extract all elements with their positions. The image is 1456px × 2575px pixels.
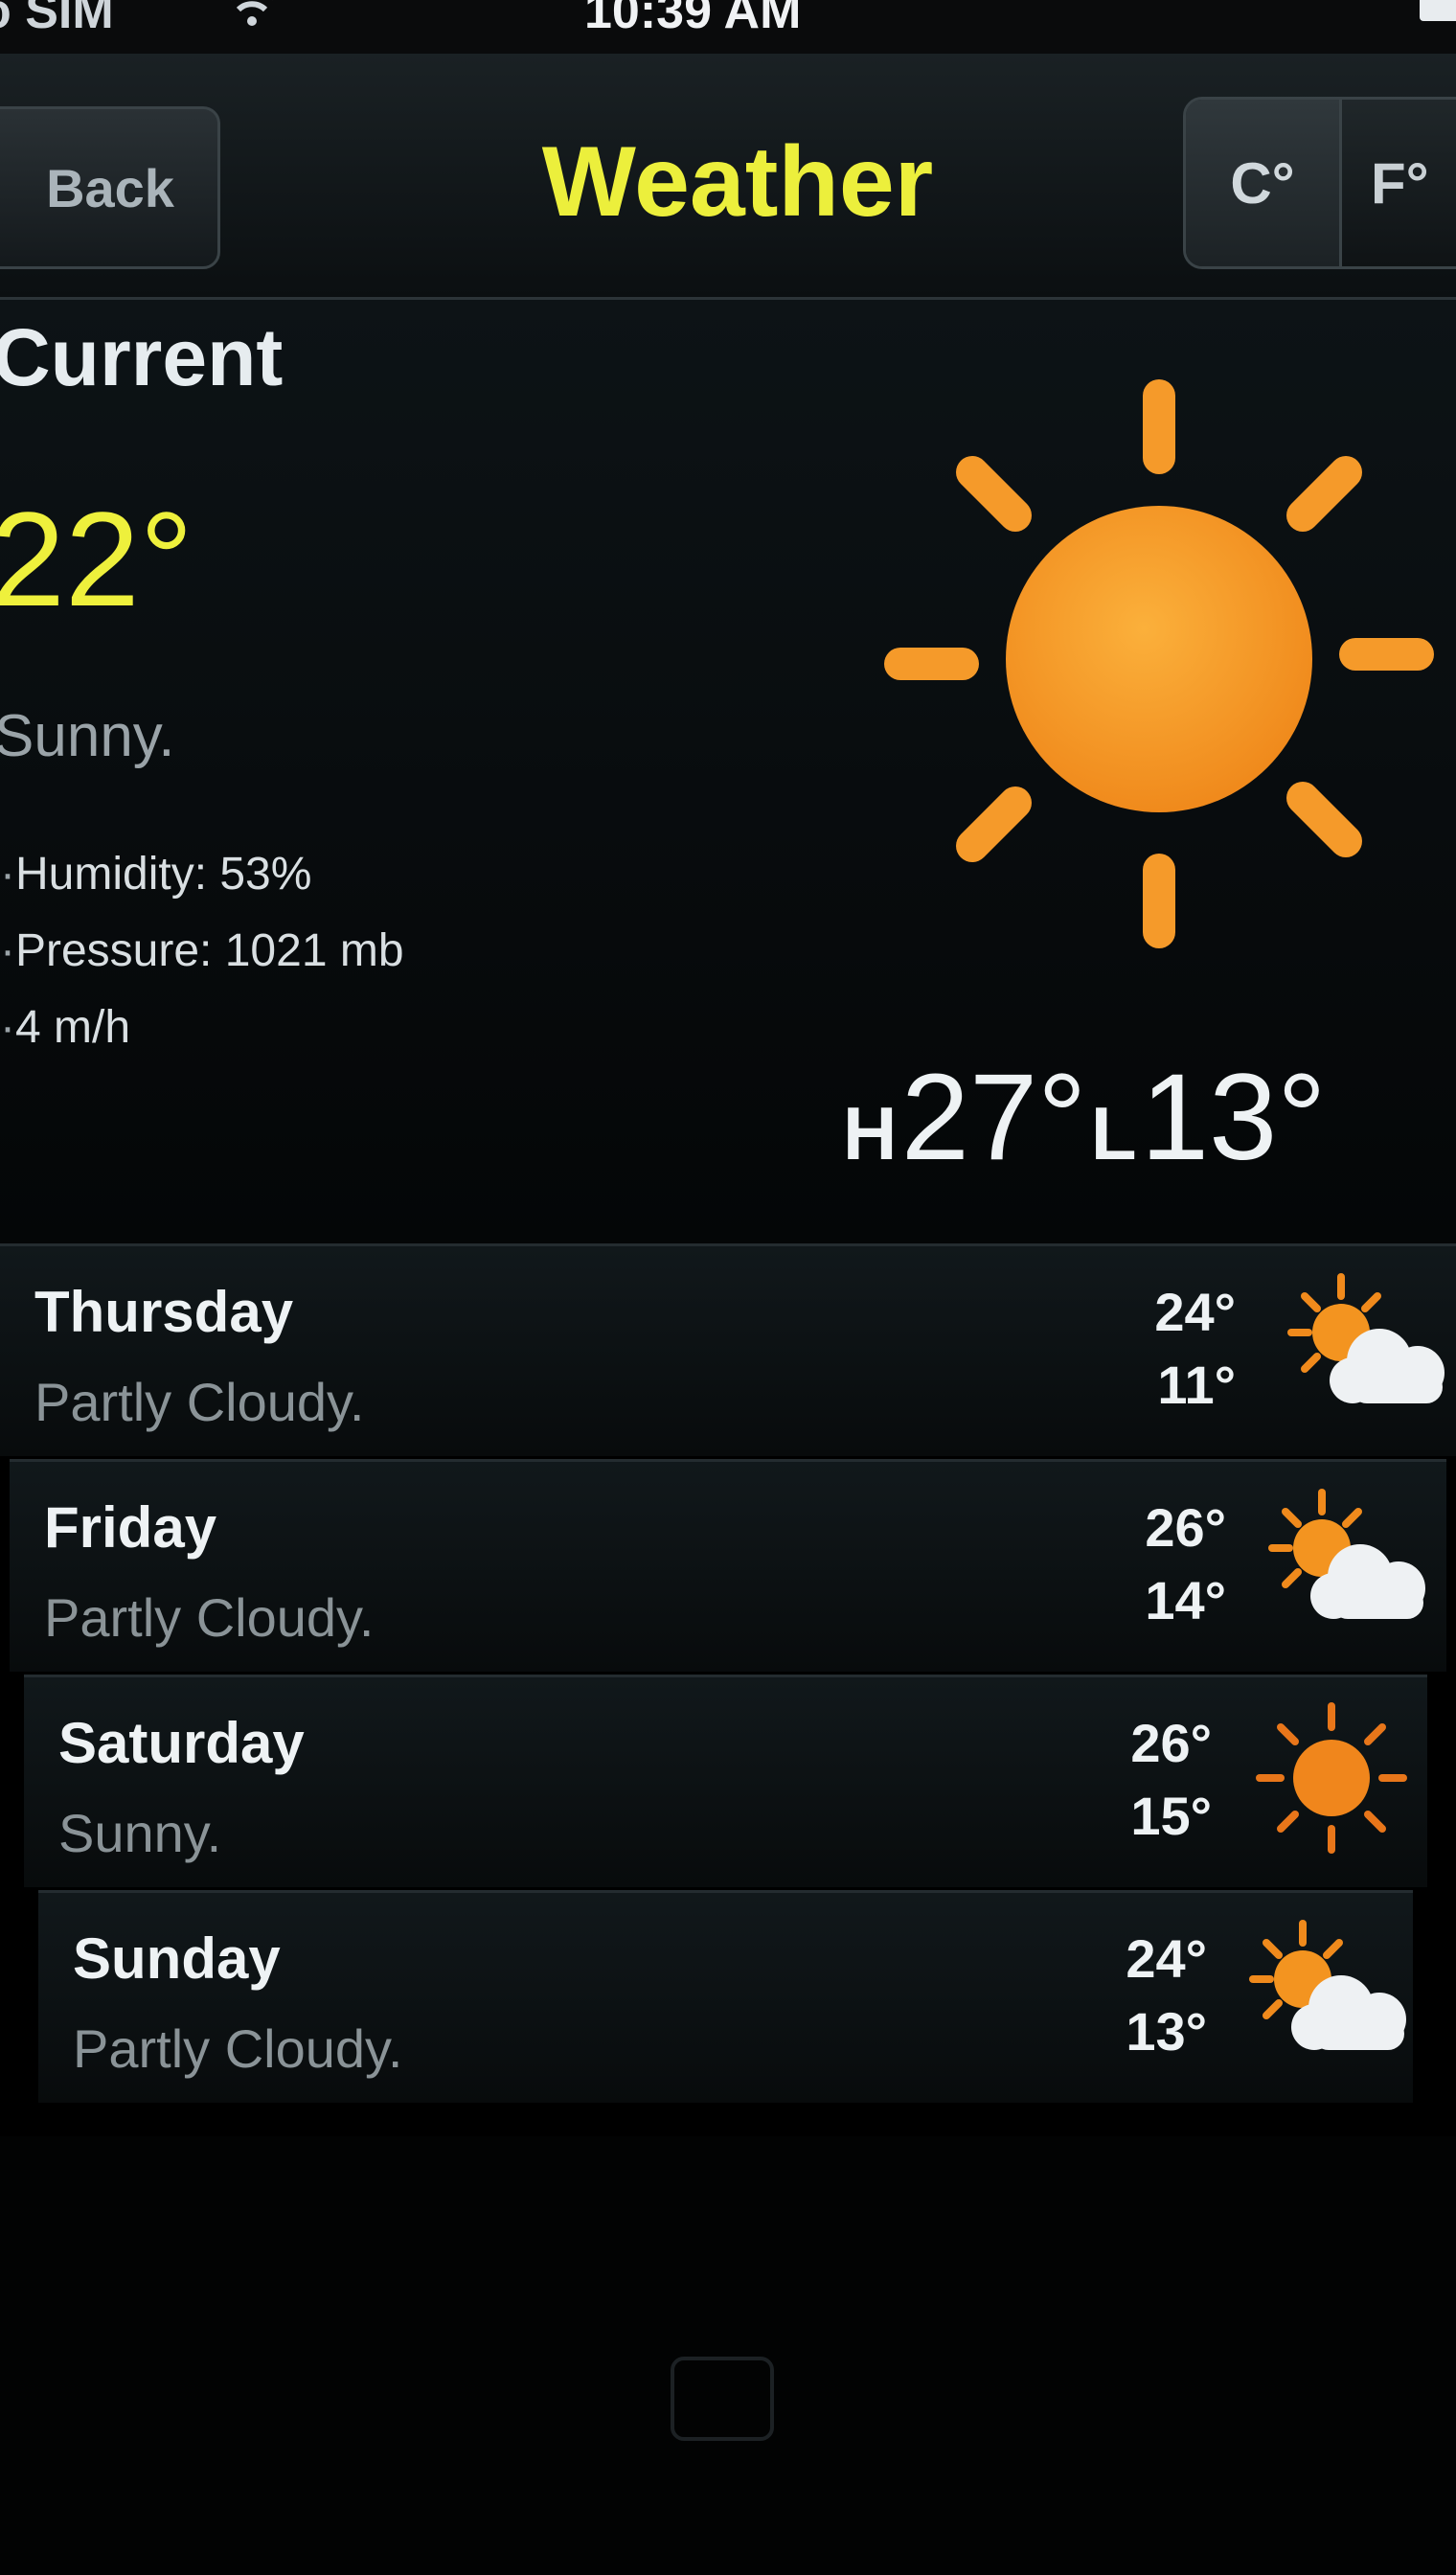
day-condition: Partly Cloudy. (34, 1372, 365, 1432)
sun-icon (884, 379, 1434, 948)
carrier-label: o SIM (0, 0, 114, 39)
status-time: 10:39 AM (584, 0, 802, 39)
day-low: 14° (1145, 1570, 1226, 1630)
home-button[interactable] (671, 2357, 774, 2441)
day-condition: Sunny. (58, 1803, 222, 1863)
day-low: 13° (1126, 2001, 1207, 2062)
day-high: 26° (1145, 1497, 1226, 1558)
low-temperature: 13° (1140, 1049, 1327, 1186)
current-conditions-panel: Current 22° Sunny. Humidity: 53% Pressur… (0, 300, 1456, 1243)
current-heading: Current (0, 312, 284, 402)
forecast-row-saturday[interactable]: Saturday Sunny. 26° 15° (24, 1675, 1427, 1887)
celsius-button[interactable]: C° (1186, 100, 1342, 266)
navigation-bar: Back Weather C° F° (0, 54, 1456, 300)
current-temperature: 22° (0, 484, 193, 634)
wifi-icon (230, 0, 274, 26)
day-name: Thursday (34, 1280, 294, 1344)
day-high: 24° (1126, 1928, 1207, 1989)
forecast-row-sunday[interactable]: Sunday Partly Cloudy. 24° 13° (38, 1890, 1413, 2103)
day-name: Friday (44, 1495, 217, 1560)
day-low: 11° (1157, 1355, 1236, 1415)
current-details: Humidity: 53% Pressure: 1021 mb 4 m/h (0, 836, 404, 1066)
status-bar: o SIM 10:39 AM (0, 0, 1456, 54)
day-high: 24° (1154, 1282, 1236, 1342)
day-low: 15° (1130, 1786, 1212, 1846)
forecast-row-friday[interactable]: Friday Partly Cloudy. 26° 14° (10, 1459, 1446, 1672)
low-label: L (1090, 1091, 1137, 1175)
forecast-row-thursday[interactable]: Thursday Partly Cloudy. 24° 11° (0, 1243, 1456, 1456)
partly-cloudy-icon (1268, 1489, 1425, 1619)
day-condition: Partly Cloudy. (44, 1587, 375, 1648)
high-label: H (843, 1091, 898, 1175)
day-name: Saturday (58, 1711, 305, 1775)
humidity-detail: Humidity: 53% (0, 836, 404, 913)
day-condition: Partly Cloudy. (73, 2018, 403, 2079)
device-bezel (0, 2136, 1456, 2575)
battery-icon (1420, 0, 1456, 21)
current-condition: Sunny. (0, 703, 175, 769)
weather-screen: o SIM 10:39 AM Back Weather C° F° Curren… (0, 0, 1456, 2575)
back-button[interactable]: Back (0, 106, 220, 269)
partly-cloudy-icon (1287, 1273, 1445, 1403)
partly-cloudy-icon (1249, 1920, 1406, 2050)
wind-detail: 4 m/h (0, 990, 404, 1066)
sun-icon (1256, 1702, 1407, 1854)
day-name: Sunday (73, 1926, 281, 1991)
page-title: Weather (541, 126, 934, 238)
fahrenheit-button[interactable]: F° (1342, 100, 1456, 266)
pressure-detail: Pressure: 1021 mb (0, 913, 404, 990)
high-low-summary: H 27° L 13° (843, 1047, 1456, 1188)
high-temperature: 27° (900, 1049, 1087, 1186)
unit-toggle: C° F° (1183, 97, 1456, 269)
day-high: 26° (1130, 1713, 1212, 1773)
